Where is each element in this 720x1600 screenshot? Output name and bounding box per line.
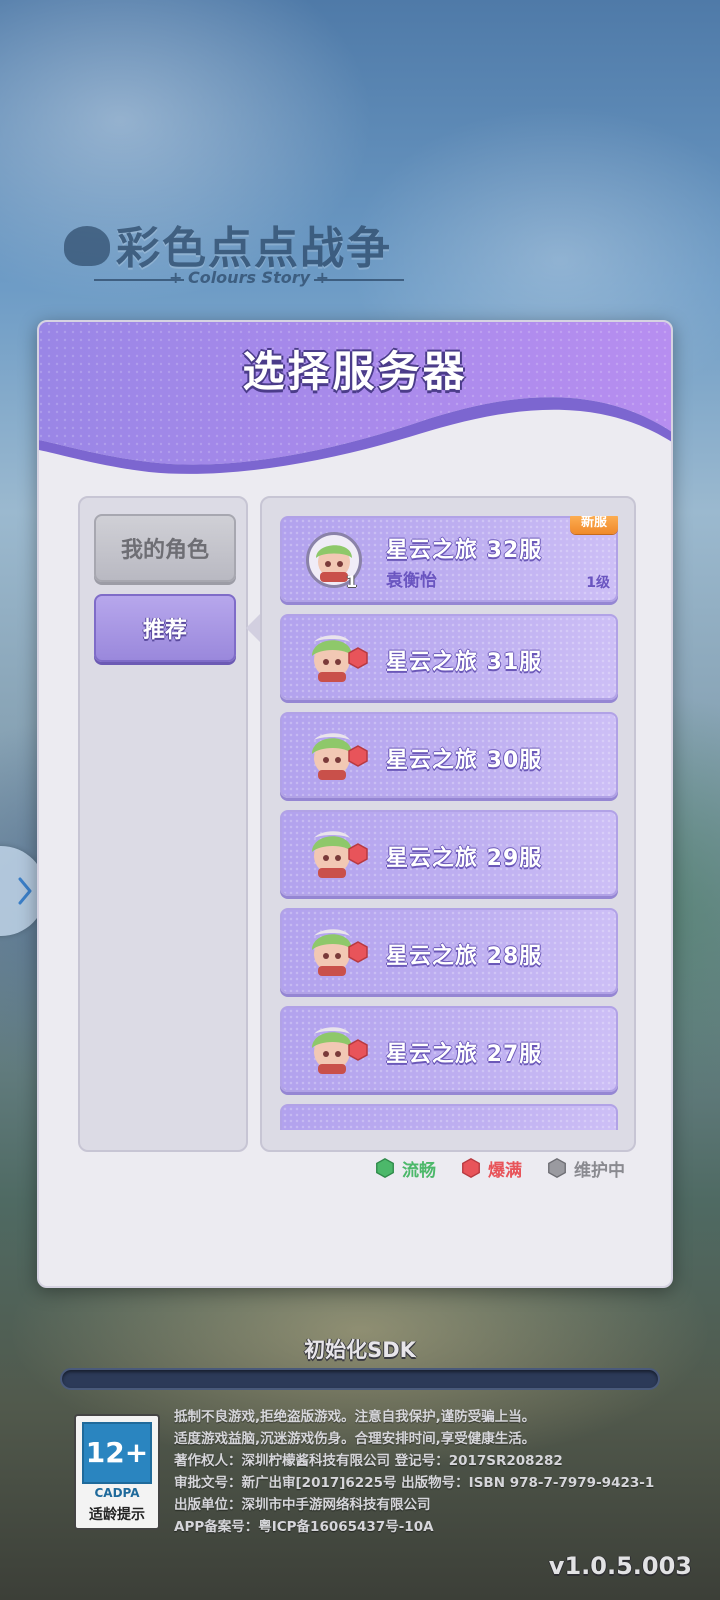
server-name: 星云之旅 29服 <box>386 846 543 871</box>
legend-smooth: 流畅 <box>374 1156 436 1181</box>
status-full-icon <box>462 1158 480 1178</box>
server-avatar <box>306 1120 362 1130</box>
server-item[interactable]: 星云之旅 31服 <box>280 614 618 700</box>
new-server-badge: 新服 <box>570 516 618 534</box>
dialog-header: 选择服务器 <box>39 322 671 482</box>
logo-subtitle: + Colours Story + <box>84 268 414 287</box>
status-full-icon <box>348 745 368 767</box>
status-maintenance-icon <box>548 1158 566 1178</box>
server-avatar <box>306 630 368 686</box>
status-legend: 流畅 爆满 维护中 <box>374 1154 625 1182</box>
legal-line: 出版单位：深圳市中手游网络科技有限公司 <box>174 1497 431 1513</box>
server-avatar <box>306 924 368 980</box>
age-rating-hint: 适龄提示 <box>89 1507 145 1523</box>
legend-smooth-label: 流畅 <box>402 1160 436 1181</box>
legend-full: 爆满 <box>460 1156 522 1181</box>
tab-my-roles[interactable]: 我的角色 <box>94 514 236 582</box>
role-name: 袁衡怡 <box>386 571 437 591</box>
server-item-partial[interactable] <box>280 1104 618 1130</box>
legal-line: 抵制不良游戏,拒绝盗版游戏。注意自我保护,谨防受骗上当。 <box>174 1409 536 1425</box>
loading-progress-bar <box>60 1368 660 1390</box>
status-full-icon <box>348 843 368 865</box>
loading-status: 初始化SDK <box>304 1338 416 1362</box>
server-list-panel[interactable]: 1 星云之旅 32服 袁衡怡 1级 新服 星云之旅 31服 星云之旅 30服 星… <box>260 496 636 1152</box>
server-item[interactable]: 星云之旅 27服 <box>280 1006 618 1092</box>
character-icon <box>306 1120 366 1130</box>
status-full-icon <box>348 941 368 963</box>
legend-maintenance-label: 维护中 <box>574 1160 625 1181</box>
server-name: 星云之旅 30服 <box>386 748 543 773</box>
server-name: 星云之旅 27服 <box>386 1042 543 1067</box>
chevron-right-icon <box>18 877 32 905</box>
server-select-dialog: 选择服务器 我的角色 推荐 1 星云之旅 32服 袁衡怡 1级 新服 星云之旅 … <box>37 320 673 1288</box>
server-item[interactable]: 星云之旅 29服 <box>280 810 618 896</box>
server-avatar <box>306 1022 368 1078</box>
age-rating-org: CADPA <box>94 1486 140 1500</box>
status-full-icon <box>348 1039 368 1061</box>
category-panel: 我的角色 推荐 <box>78 496 248 1152</box>
legal-line: 著作权人：深圳柠檬酱科技有限公司 登记号：2017SR208282 <box>174 1453 563 1469</box>
dialog-title: 选择服务器 <box>242 347 468 396</box>
role-level: 1级 <box>586 575 610 591</box>
avatar-level: 1 <box>346 572 358 591</box>
legend-full-label: 爆满 <box>488 1160 522 1181</box>
logo-title: 彩色点点战争 <box>116 223 392 274</box>
legal-line: 适度游戏益脑,沉迷游戏伤身。合理安排时间,享受健康生活。 <box>174 1431 536 1447</box>
legal-notice: 抵制不良游戏,拒绝盗版游戏。注意自我保护,谨防受骗上当。 适度游戏益脑,沉迷游戏… <box>174 1406 714 1538</box>
age-rating-value: 12+ <box>82 1422 152 1484</box>
legend-maintenance: 维护中 <box>546 1156 625 1181</box>
server-item[interactable]: 1 星云之旅 32服 袁衡怡 1级 新服 <box>280 516 618 602</box>
server-name: 星云之旅 28服 <box>386 944 543 969</box>
status-full-icon <box>348 647 368 669</box>
game-logo: 彩色点点战争 + Colours Story + <box>64 212 416 304</box>
server-name: 星云之旅 32服 <box>386 538 543 563</box>
version-label: v1.0.5.003 <box>548 1552 692 1580</box>
age-rating-badge[interactable]: 12+ CADPA 适龄提示 <box>74 1414 160 1530</box>
legal-line: APP备案号：粤ICP备16065437号-10A <box>174 1519 434 1535</box>
selected-tab-pointer <box>246 614 260 642</box>
server-list[interactable]: 1 星云之旅 32服 袁衡怡 1级 新服 星云之旅 31服 星云之旅 30服 星… <box>280 516 618 1130</box>
tab-recommended[interactable]: 推荐 <box>94 594 236 662</box>
legal-line: 审批文号：新广出审[2017]6225号 出版物号：ISBN 978-7-797… <box>174 1475 655 1491</box>
role-avatar: 1 <box>306 532 362 591</box>
server-item[interactable]: 星云之旅 28服 <box>280 908 618 994</box>
server-avatar <box>306 728 368 784</box>
server-item[interactable]: 星云之旅 30服 <box>280 712 618 798</box>
status-smooth-icon <box>376 1158 394 1178</box>
server-name: 星云之旅 31服 <box>386 650 543 675</box>
server-avatar <box>306 826 368 882</box>
logo-mark-icon <box>64 226 110 266</box>
